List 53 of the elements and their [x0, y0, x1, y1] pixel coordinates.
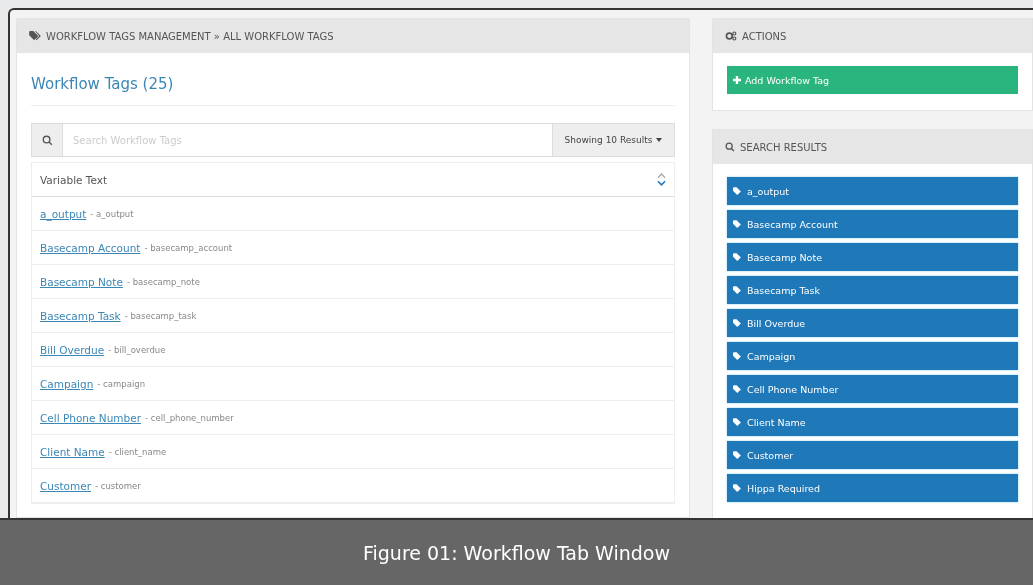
figure-caption: Figure 01: Workflow Tab Window: [0, 518, 1033, 585]
tag-variable: - basecamp_note: [126, 276, 200, 287]
tag-link[interactable]: Campaign: [40, 377, 94, 390]
results-dropdown[interactable]: Showing 10 Results: [552, 124, 674, 156]
caret-icon: [656, 138, 663, 142]
tag-icon: [733, 384, 743, 394]
page-title: Workflow Tags (25): [31, 74, 175, 95]
tag-link[interactable]: Customer: [40, 479, 91, 492]
tag-icon: [29, 31, 41, 41]
gears-icon: [725, 31, 737, 41]
tag-variable: - a_output: [90, 208, 134, 219]
add-tag-button[interactable]: Add Workflow Tag: [727, 66, 1018, 94]
tag-icon: [733, 417, 743, 427]
panel-heading: SEARCH RESULTS: [740, 141, 828, 153]
tag-icon: [733, 285, 743, 295]
tag-link[interactable]: Basecamp Account: [40, 241, 141, 254]
search-icon[interactable]: [32, 124, 62, 156]
panel-heading: ACTIONS: [742, 30, 787, 42]
tag-variable: - basecamp_task: [124, 310, 197, 321]
tag-variable: - bill_overdue: [108, 344, 166, 355]
tag-icon: [733, 219, 743, 229]
tag-link[interactable]: Client Name: [40, 445, 105, 458]
tag-result-button[interactable]: Customer: [727, 441, 1018, 469]
tag-icon: [733, 351, 743, 361]
tag-result-button[interactable]: Client Name: [727, 408, 1018, 436]
tag-result-button[interactable]: Basecamp Account: [727, 210, 1018, 238]
column-header: Variable Text: [40, 173, 108, 186]
tag-result-button[interactable]: Bill Overdue: [727, 309, 1018, 337]
tag-result-button[interactable]: Hippa Required: [727, 474, 1018, 502]
tag-icon: [733, 252, 743, 262]
tag-result-button[interactable]: Campaign: [727, 342, 1018, 370]
plus-icon: [733, 76, 741, 84]
tag-result-button[interactable]: Basecamp Task: [727, 276, 1018, 304]
tag-variable: - client_name: [108, 446, 167, 457]
search-icon: [725, 142, 735, 152]
tag-link[interactable]: Basecamp Task: [40, 309, 121, 322]
tag-link[interactable]: a_output: [40, 207, 87, 220]
sort-icon[interactable]: [657, 173, 666, 186]
tag-variable: - campaign: [97, 378, 146, 389]
breadcrumb: WORKFLOW TAGS MANAGEMENT » ALL WORKFLOW TAGS: [46, 30, 334, 42]
tag-icon: [733, 483, 743, 493]
tag-variable: - cell_phone_number: [145, 412, 234, 423]
tag-variable: - basecamp_account: [144, 242, 233, 253]
tag-link[interactable]: Bill Overdue: [40, 343, 105, 356]
tag-variable: - customer: [95, 480, 141, 491]
tag-link[interactable]: Basecamp Note: [40, 275, 123, 288]
tag-icon: [733, 450, 743, 460]
tag-icon: [733, 318, 743, 328]
tag-link[interactable]: Cell Phone Number: [40, 411, 141, 424]
tag-result-button[interactable]: Cell Phone Number: [727, 375, 1018, 403]
tag-icon: [733, 186, 743, 196]
tag-result-button[interactable]: Basecamp Note: [727, 243, 1018, 271]
tag-result-button[interactable]: a_output: [727, 177, 1018, 205]
